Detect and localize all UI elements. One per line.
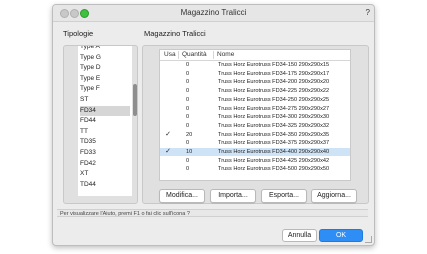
name-cell: Truss Horz Eurotruss FD34-500 290x290x50 xyxy=(218,166,330,173)
tipologia-item[interactable]: ST xyxy=(80,95,130,105)
aggiorna-button[interactable]: Aggiorna... xyxy=(311,189,357,203)
name-cell: Truss Horz Eurotruss FD34-400 290x290x40 xyxy=(218,149,330,155)
quantity-cell[interactable]: 0 xyxy=(186,139,202,147)
name-cell: Truss Horz Eurotruss FD34-200 290x290x20 xyxy=(218,79,330,86)
table-row[interactable]: 0 Truss Horz Eurotruss FD34-225 290x290x2… xyxy=(160,87,350,95)
magazzino-dialog: Magazzino Tralicci ? Tipologie Magazzino… xyxy=(52,4,375,246)
tipologia-item[interactable]: Type A xyxy=(80,46,130,52)
tipologie-label: Tipologie xyxy=(63,29,94,38)
tipologia-item[interactable]: FD42 xyxy=(80,159,130,169)
quantity-cell[interactable]: 0 xyxy=(186,157,202,165)
name-cell: Truss Horz Eurotruss FD34-350 290x290x35 xyxy=(218,131,330,138)
truss-table: Usa Quantità Nome 0 Truss Horz Eurotruss … xyxy=(159,49,351,181)
quantity-cell[interactable]: 0 xyxy=(186,113,202,121)
table-row[interactable]: ✓ 20 Truss Horz Eurotruss FD34-350 290x290… xyxy=(160,131,350,139)
quantity-cell[interactable]: 0 xyxy=(186,165,202,173)
magazzino-label: Magazzino Tralicci xyxy=(144,29,206,38)
name-cell: Truss Horz Eurotruss FD34-425 290x290x42 xyxy=(218,157,330,164)
table-row[interactable]: 0 Truss Horz Eurotruss FD34-500 290x290x5… xyxy=(160,165,350,173)
help-icon[interactable]: ? xyxy=(366,8,370,17)
table-row[interactable]: 0 Truss Horz Eurotruss FD34-275 290x290x2… xyxy=(160,105,350,113)
tipologia-item[interactable]: FD33 xyxy=(80,148,130,158)
quantity-cell[interactable]: 0 xyxy=(186,61,202,69)
tipologia-item[interactable]: Type D xyxy=(80,63,130,73)
column-divider xyxy=(213,51,214,59)
quantity-cell[interactable]: 0 xyxy=(186,105,202,113)
use-checkmark-icon[interactable]: ✓ xyxy=(162,148,174,156)
name-cell: Truss Horz Eurotruss FD34-300 290x290x30 xyxy=(218,114,330,121)
quantity-cell[interactable]: 0 xyxy=(186,78,202,86)
modifica-button[interactable]: Modifica... xyxy=(159,189,205,203)
importa-button[interactable]: Importa... xyxy=(210,189,256,203)
column-header-usa[interactable]: Usa xyxy=(164,51,176,58)
window-title: Magazzino Tralicci xyxy=(180,8,247,17)
quantity-cell[interactable]: 0 xyxy=(186,122,202,130)
status-bar: Per visualizzare l'Aiuto, premi F1 o fai… xyxy=(57,209,368,217)
table-row[interactable]: 0 Truss Horz Eurotruss FD34-200 290x290x2… xyxy=(160,78,350,86)
table-row[interactable]: 0 Truss Horz Eurotruss FD34-375 290x290x3… xyxy=(160,139,350,147)
quantity-cell[interactable]: 10 xyxy=(186,148,202,156)
tipologia-item[interactable]: TD35 xyxy=(80,137,130,147)
name-cell: Truss Horz Eurotruss FD34-150 290x290x15 xyxy=(218,62,330,68)
ok-button[interactable]: OK xyxy=(319,229,363,242)
resize-grip-icon[interactable] xyxy=(365,236,372,243)
tipologia-item[interactable]: FD44 xyxy=(80,116,130,126)
cancel-button[interactable]: Annulla xyxy=(282,229,317,242)
name-cell: Truss Horz Eurotruss FD34-225 290x290x22 xyxy=(218,88,330,95)
name-cell: Truss Horz Eurotruss FD34-250 290x290x25 xyxy=(218,96,330,103)
tipologia-item[interactable]: TD44 xyxy=(80,180,130,190)
table-header: Usa Quantità Nome xyxy=(160,50,350,61)
name-cell: Truss Horz Eurotruss FD34-175 290x290x17 xyxy=(218,70,330,77)
tipologia-item[interactable]: XT xyxy=(80,169,130,179)
table-row[interactable]: ✓ 10 Truss Horz Eurotruss FD34-400 290x290… xyxy=(160,148,350,157)
tipologia-item[interactable]: Type E xyxy=(80,74,130,84)
tipologia-item[interactable]: Type F xyxy=(80,84,130,94)
table-row[interactable]: 0 Truss Horz Eurotruss FD34-425 290x290x4… xyxy=(160,157,350,165)
name-cell: Truss Horz Eurotruss FD34-325 290x290x32 xyxy=(218,122,330,129)
esporta-button[interactable]: Esporta... xyxy=(261,189,307,203)
table-row[interactable]: 0 Truss Horz Eurotruss FD34-150 290x290x1… xyxy=(160,61,350,69)
column-header-quantita[interactable]: Quantità xyxy=(182,51,207,58)
name-cell: Truss Horz Eurotruss FD34-375 290x290x37 xyxy=(218,140,330,147)
table-row[interactable]: 0 Truss Horz Eurotruss FD34-325 290x290x3… xyxy=(160,122,350,130)
title-bar: Magazzino Tralicci ? xyxy=(53,5,374,22)
tipologia-item[interactable]: FD34 xyxy=(80,105,130,116)
tipologie-list[interactable]: Type A Type G Type D Type E Type F ST FD34 FD44… xyxy=(78,46,132,196)
name-cell: Truss Horz Eurotruss FD34-275 290x290x27 xyxy=(218,105,330,112)
quantity-cell[interactable]: 0 xyxy=(186,87,202,95)
quantity-cell[interactable]: 0 xyxy=(186,96,202,104)
quantity-cell[interactable]: 20 xyxy=(186,131,202,139)
table-row[interactable]: 0 Truss Horz Eurotruss FD34-250 290x290x2… xyxy=(160,96,350,104)
tipologie-scrollbar-thumb[interactable] xyxy=(133,84,137,116)
quantity-cell[interactable]: 0 xyxy=(186,70,202,78)
table-row[interactable]: 0 Truss Horz Eurotruss FD34-300 290x290x3… xyxy=(160,113,350,121)
tipologie-panel: Type A Type G Type D Type E Type F ST FD34 FD44… xyxy=(63,45,138,204)
table-row[interactable]: 0 Truss Horz Eurotruss FD34-175 290x290x1… xyxy=(160,70,350,78)
tipologia-item[interactable]: Type G xyxy=(80,53,130,63)
use-checkmark-icon[interactable]: ✓ xyxy=(162,131,174,139)
tipologia-item[interactable]: TT xyxy=(80,127,130,137)
column-divider xyxy=(178,51,179,59)
magazzino-panel: Usa Quantità Nome 0 Truss Horz Eurotruss … xyxy=(142,45,369,204)
column-header-nome[interactable]: Nome xyxy=(217,51,234,58)
